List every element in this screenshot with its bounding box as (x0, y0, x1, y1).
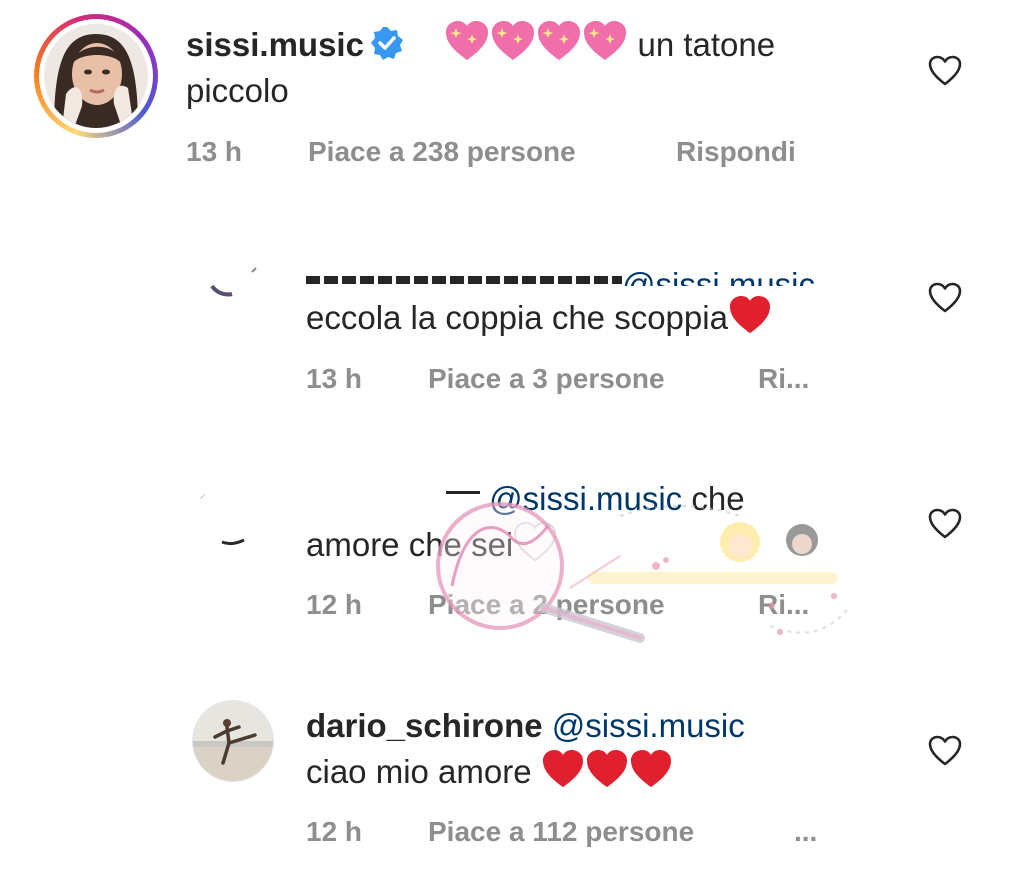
comment-likes[interactable]: Piace a 238 persone (308, 135, 576, 169)
comment-username-cropped[interactable] (446, 491, 480, 504)
comment-4-line-1: dario_schirone @sissi.music (306, 703, 745, 749)
red-heart-emoji (586, 749, 627, 788)
sparkling-heart-emoji (492, 21, 535, 60)
reply-button[interactable]: Ri... (758, 362, 809, 396)
sparkling-heart-emoji (538, 21, 581, 60)
white-heart-emoji (514, 522, 557, 562)
comment-text: ciao mio amore (306, 753, 532, 790)
comment-username[interactable]: sissi.music (186, 26, 364, 63)
mention-link[interactable]: @sissi.music (489, 480, 682, 517)
red-heart-emoji (729, 295, 770, 334)
comment-time[interactable]: 13 h (306, 362, 362, 396)
avatar-reply-2[interactable] (192, 258, 270, 298)
like-heart-icon[interactable] (928, 282, 962, 314)
avatar-sissi-music[interactable] (44, 24, 148, 128)
red-hearts (541, 749, 673, 790)
sparkling-heart-emoji (446, 21, 489, 60)
comment-4-line-2: ciao mio amore (306, 749, 673, 795)
comment-text: eccola la coppia che scoppia (306, 299, 728, 336)
comment-time[interactable]: 12 h (306, 588, 362, 622)
comment-likes[interactable]: Piace a 112 persone (428, 815, 694, 849)
mention-link[interactable]: @sissi.music (552, 707, 745, 744)
story-ring[interactable] (34, 14, 158, 138)
comment-text: un tatone (637, 26, 776, 63)
comment-text: amore che sei (306, 526, 514, 563)
comment-3-line-1: @sissi.music che (446, 476, 745, 522)
comment-2-line-1: @sissi.music (306, 250, 815, 286)
comment-likes[interactable]: Piace a 2 persone (428, 588, 665, 622)
like-heart-icon[interactable] (928, 55, 962, 87)
avatar-reply-3[interactable] (192, 486, 270, 548)
reply-button[interactable]: Rispondi (676, 135, 796, 169)
avatar-dario-schirone[interactable] (192, 700, 274, 782)
comment-1-line-2: piccolo (186, 72, 289, 109)
like-heart-icon[interactable] (928, 735, 962, 767)
red-heart-emoji (542, 749, 583, 788)
comment-time[interactable]: 13 h (186, 135, 242, 169)
comment-text-tail: che (691, 480, 745, 517)
comment-1-line-1: sissi.music un tatone (186, 20, 775, 72)
comment-2-line-2: eccola la coppia che scoppia (306, 295, 772, 341)
comment-time[interactable]: 12 h (306, 815, 362, 849)
red-heart-emoji (630, 749, 671, 788)
more-button[interactable]: ... (794, 815, 817, 849)
like-heart-icon[interactable] (928, 508, 962, 540)
verified-badge-icon (370, 26, 404, 72)
reply-button[interactable]: Ri... (758, 588, 809, 622)
comment-3-line-2: amore che sei (306, 522, 557, 568)
sparkling-heart-emoji (584, 21, 627, 60)
comment-username-cropped[interactable] (306, 250, 622, 286)
sparkling-hearts (444, 21, 637, 63)
comment-likes[interactable]: Piace a 3 persone (428, 362, 665, 396)
mention-link[interactable]: @sissi.music (622, 266, 815, 286)
comment-username[interactable]: dario_schirone (306, 707, 543, 744)
